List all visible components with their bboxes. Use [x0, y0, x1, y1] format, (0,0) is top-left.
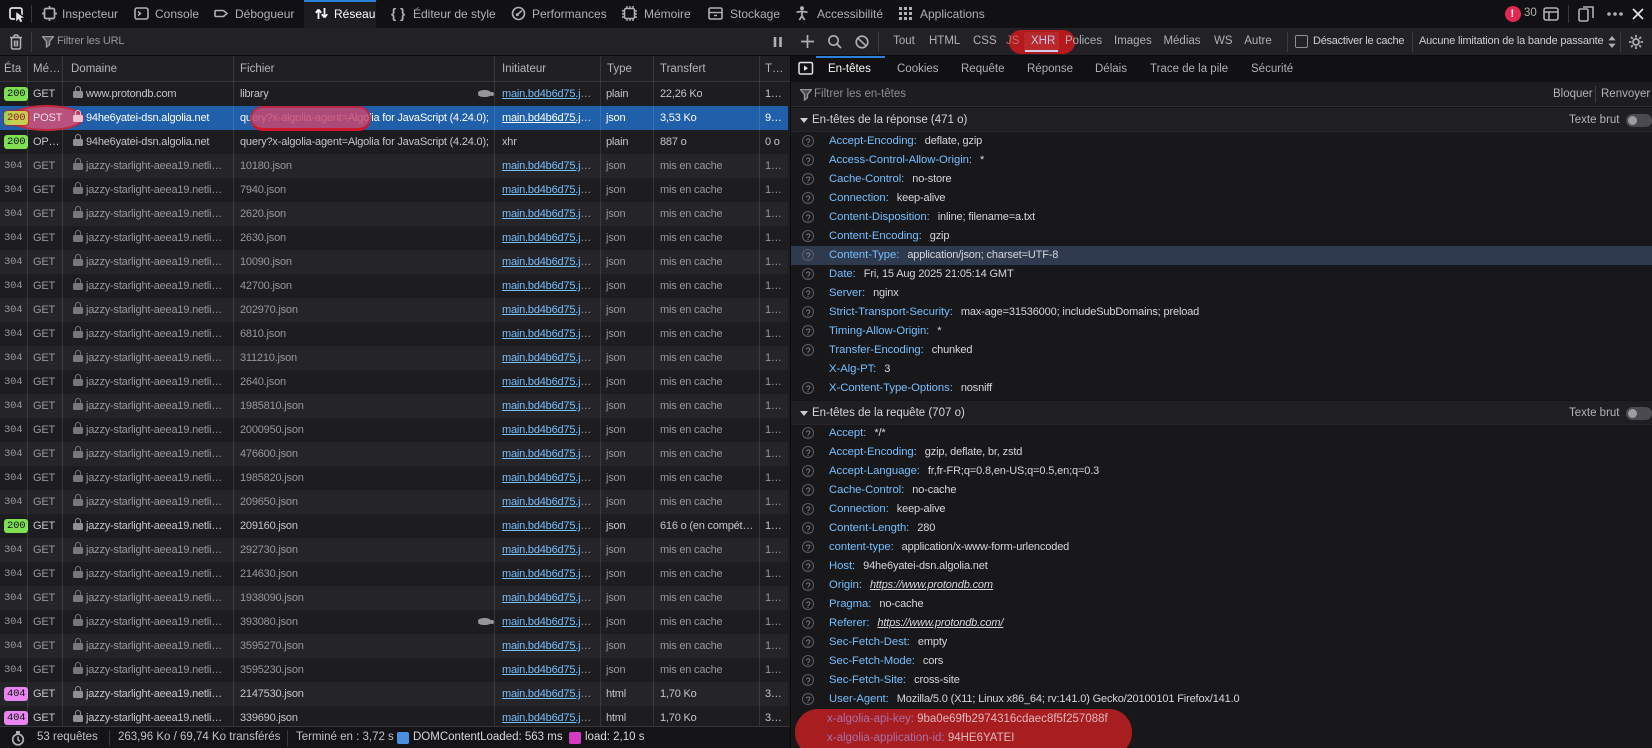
svg-text:{ }: { }	[391, 6, 406, 21]
